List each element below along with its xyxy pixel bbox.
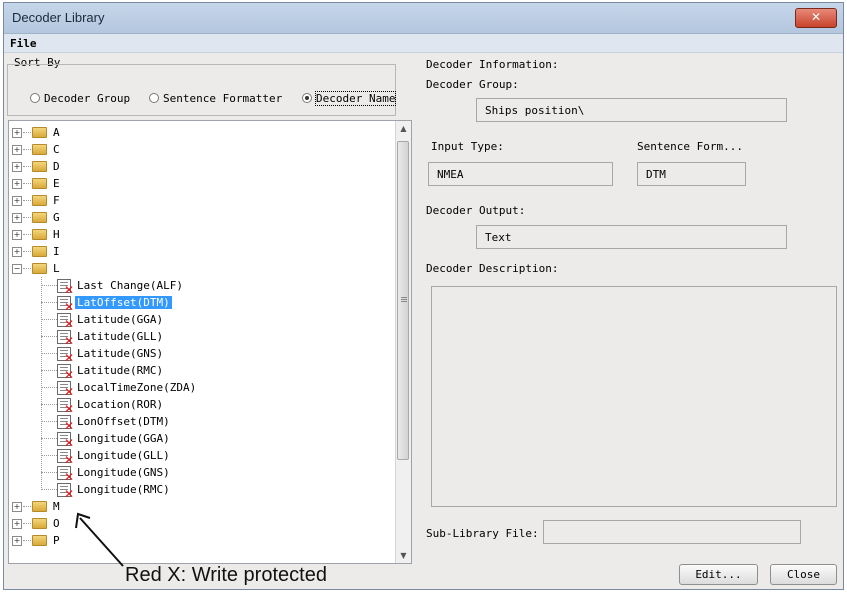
annotation-text: Red X: Write protected [125, 564, 327, 586]
annotation-arrow [75, 512, 124, 567]
